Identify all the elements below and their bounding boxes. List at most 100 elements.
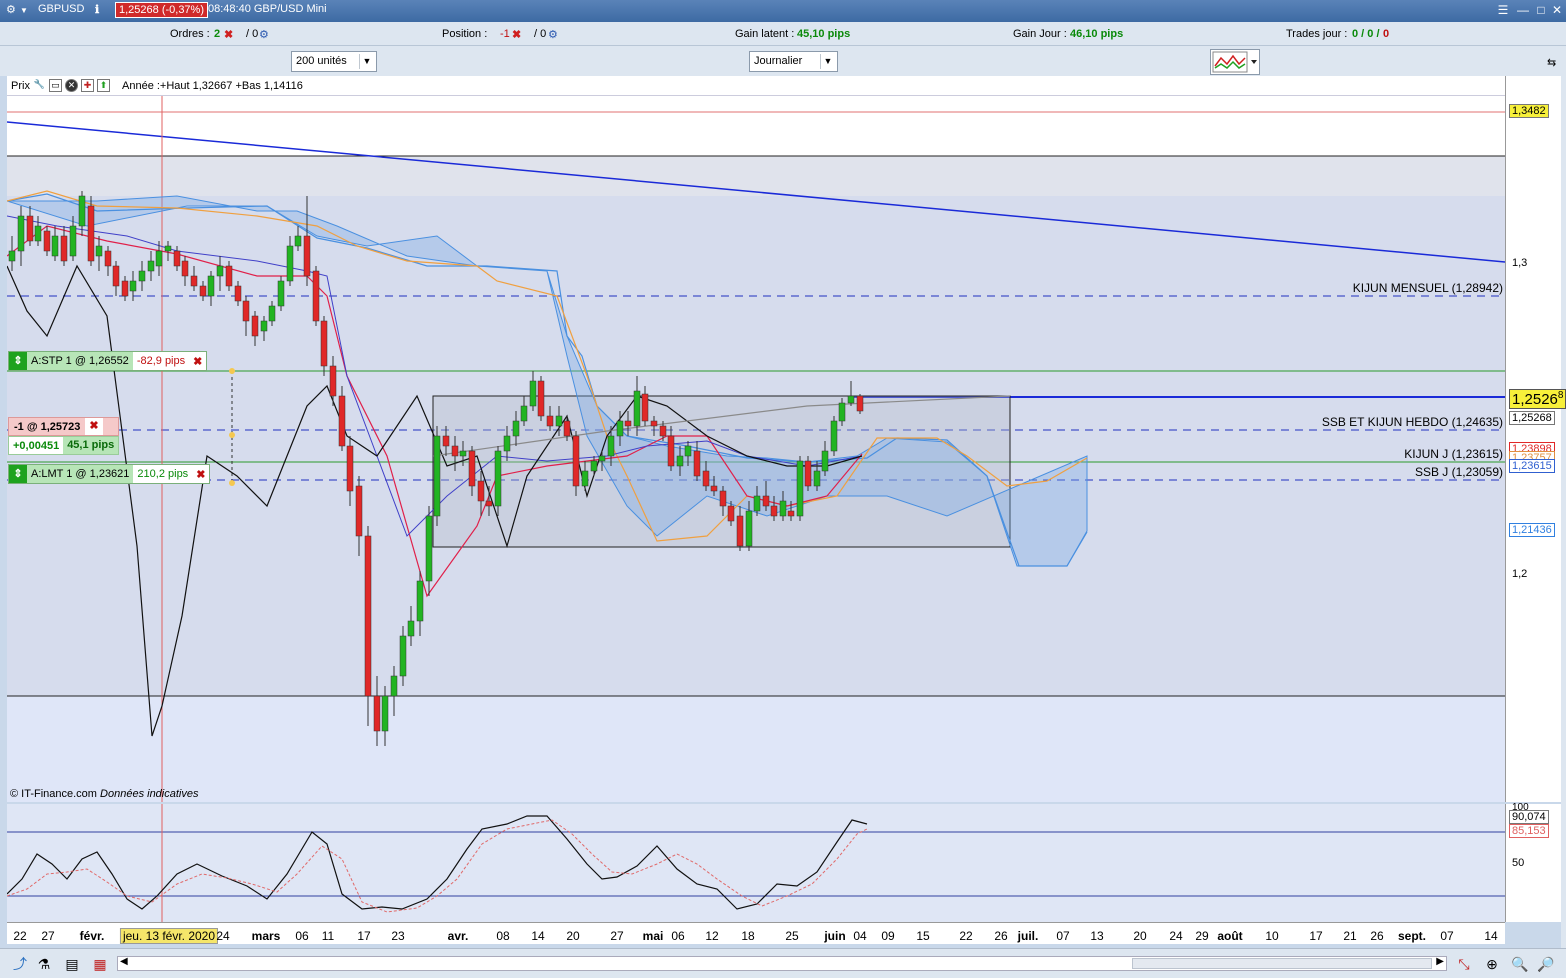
axis-tick-13: 1,3	[1512, 257, 1528, 269]
position-pnl: +0,00451	[13, 439, 60, 452]
close-position-icon[interactable]: ✖	[85, 418, 103, 435]
wrench-icon[interactable]: 🔧	[33, 79, 46, 92]
units-select[interactable]: 200 unités ▼	[291, 51, 377, 72]
price-axis[interactable]: 1,3482 1,3 1,25268 1,25268 1,23898 1,237…	[1505, 76, 1566, 802]
app-gear-icon[interactable]: ⚙	[6, 3, 16, 16]
position-tag-label: -1 @ 1,25723	[14, 420, 81, 433]
date-tick: 15	[916, 929, 930, 943]
orders-settings-icon[interactable]: ⚙	[259, 28, 269, 41]
bear-candle	[320, 320, 328, 367]
oscillator-canvas[interactable]	[6, 804, 1505, 922]
bear-candle	[104, 250, 112, 267]
bear-candle	[710, 485, 718, 492]
date-tick: 11	[321, 929, 335, 943]
date-tick: 29	[1195, 929, 1209, 943]
drag-handle-icon[interactable]: ⇕	[9, 352, 27, 370]
bull-candle	[830, 420, 838, 452]
bear-candle	[442, 435, 450, 447]
bear-candle	[624, 420, 632, 427]
buy-icon[interactable]: ⬆	[97, 79, 110, 92]
position-tag[interactable]: -1 @ 1,25723 ✖ +0,00451 45,1 pips	[8, 417, 120, 455]
prix-label: Prix	[11, 80, 30, 92]
bull-candle	[138, 270, 146, 282]
zoom-in-icon[interactable]: 🔎	[1536, 954, 1556, 974]
scroll-right-icon[interactable]: ▶	[1436, 956, 1444, 967]
date-tick: 21	[1343, 929, 1357, 943]
position-settings-icon[interactable]: ⚙	[548, 28, 558, 41]
bull-candle	[433, 435, 441, 517]
close-button[interactable]: ✕	[1548, 3, 1566, 18]
bear-candle	[572, 435, 580, 487]
period-select[interactable]: Journalier ▼	[749, 51, 838, 72]
minimize-button[interactable]: —	[1514, 3, 1532, 18]
date-tick: 12	[705, 929, 719, 943]
date-tick: juin	[824, 929, 846, 943]
price-chart[interactable]: Prix 🔧 ▭ ✕ ✚ ⬆ Année :+Haut 1,32667 +Bas…	[7, 76, 1505, 802]
scroll-left-icon[interactable]: ◀	[120, 956, 128, 967]
bull-candle	[294, 235, 302, 247]
position-handle[interactable]	[229, 432, 235, 438]
date-tick: 23	[391, 929, 405, 943]
stochastic-signal-line	[6, 819, 868, 913]
bull-candle	[838, 402, 846, 422]
limit-order-tag[interactable]: ⇕ A:LMT 1 @ 1,23621 210,2 pips ✖	[8, 464, 211, 484]
controls-bar: 200 unités ▼ Journalier ▼	[0, 46, 1566, 76]
stop-order-label: A:STP 1 @ 1,26552	[27, 352, 133, 370]
fit-chart-icon[interactable]: ⤡	[1454, 954, 1474, 974]
indicator-toolbar-button[interactable]	[1210, 49, 1260, 75]
date-tick: 27	[41, 929, 55, 943]
position-pnl-row: +0,00451 45,1 pips	[8, 436, 120, 455]
bull-candle	[390, 675, 398, 697]
bull-candle	[520, 405, 528, 422]
bull-candle	[381, 695, 389, 732]
bull-candle	[216, 265, 224, 277]
zoom-out-icon[interactable]: 🔍	[1510, 954, 1530, 974]
bull-candle	[607, 435, 615, 457]
info-icon[interactable]: ℹ	[95, 3, 99, 16]
date-tick: 06	[295, 929, 309, 943]
limit-order-pips: 210,2 pips	[137, 468, 189, 480]
trades-last: 0	[1383, 28, 1390, 40]
limit-handle[interactable]	[229, 480, 235, 486]
price-box-121436: 1,21436	[1509, 523, 1555, 537]
bear-candle	[659, 425, 667, 437]
chevron-down-icon: ▼	[820, 54, 835, 69]
date-tick: 17	[1309, 929, 1323, 943]
date-tick: 24	[216, 929, 230, 943]
position-sep: / 0	[534, 28, 547, 40]
date-tick: jeu. 13 févr. 2020	[119, 928, 219, 944]
drawing-tools-icon[interactable]: ▦	[90, 954, 110, 974]
stop-order-tag[interactable]: ⇕ A:STP 1 @ 1,26552 -82,9 pips ✖	[8, 351, 208, 371]
drag-handle-icon[interactable]: ⇕	[9, 465, 27, 483]
share-icon[interactable]: ⤴	[10, 954, 30, 974]
indicators-icon[interactable]: ⚗	[34, 954, 54, 974]
scroll-thumb[interactable]	[1132, 958, 1432, 969]
osc-tick-50: 50	[1512, 857, 1525, 869]
orders-sep: / 0	[246, 28, 259, 40]
zoom-fit-icon[interactable]: ⊕	[1482, 954, 1502, 974]
date-axis[interactable]: 22 27 févr. jeu. 13 févr. 2020 24 mars 06 11 17 2…	[7, 922, 1505, 944]
sell-icon[interactable]: ✚	[81, 79, 94, 92]
stochastic-main-line	[6, 815, 868, 910]
right-edge-panel: ⇆	[1547, 46, 1566, 948]
window-icon[interactable]: ▭	[49, 79, 62, 92]
cancel-limit-icon[interactable]: ✖	[192, 468, 209, 481]
units-select-value: 200 unités	[296, 55, 347, 67]
close-indicator-icon[interactable]: ✕	[65, 79, 78, 92]
kijun-j-label: KIJUN J (1,23615)	[1404, 447, 1503, 461]
cancel-stop-icon[interactable]: ✖	[189, 355, 206, 368]
bear-candle	[736, 515, 744, 547]
bear-candle	[373, 695, 381, 732]
horizontal-scrollbar[interactable]: ◀ ▶	[117, 956, 1447, 971]
menu-icon[interactable]: ☰	[1494, 3, 1512, 18]
side-panel-toggle-icon[interactable]: ⇆	[1547, 56, 1556, 69]
oscillator-panel[interactable]	[6, 804, 1505, 922]
position-cancel-icon[interactable]: ✖	[512, 28, 521, 41]
bear-candle	[312, 270, 320, 322]
chevron-down-icon[interactable]: ▼	[20, 6, 28, 15]
price-chart-canvas[interactable]	[7, 76, 1505, 802]
bull-candle	[164, 245, 172, 252]
order-handle[interactable]	[229, 368, 235, 374]
list-icon[interactable]: ▤	[62, 954, 82, 974]
orders-cancel-icon[interactable]: ✖	[224, 28, 233, 41]
